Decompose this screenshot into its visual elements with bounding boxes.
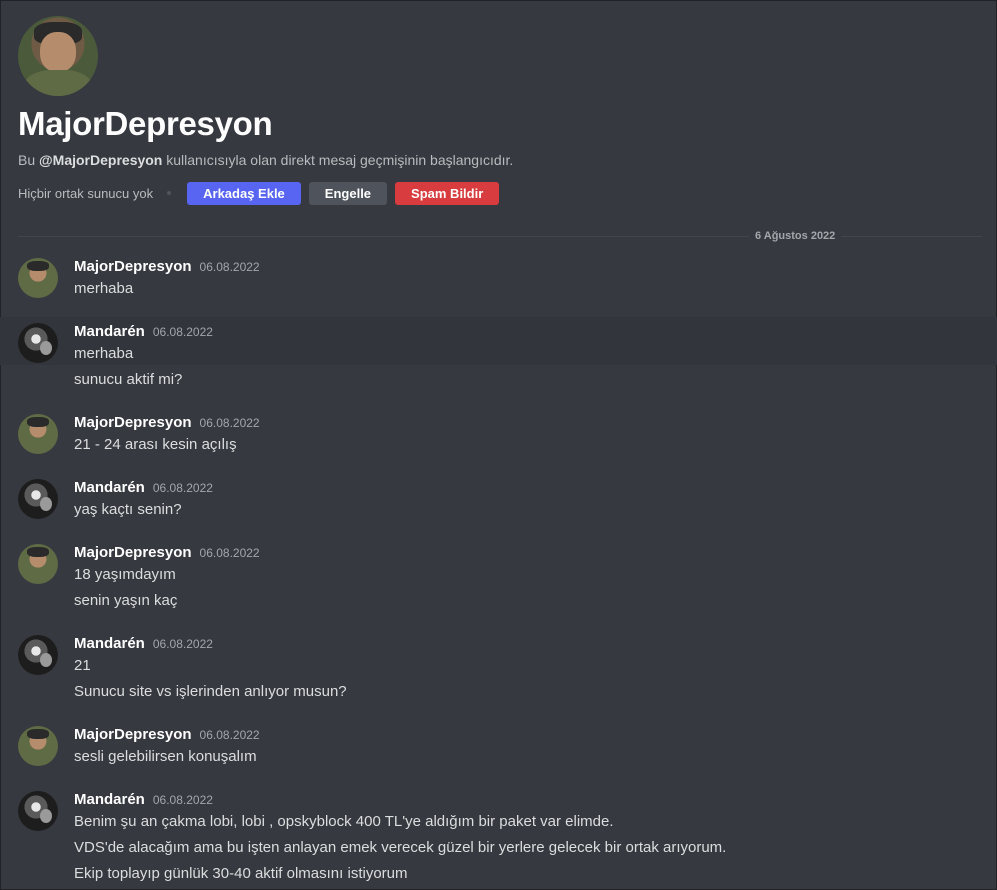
message-text: merhaba: [74, 345, 134, 362]
report-spam-button[interactable]: Spam Bildir: [395, 181, 500, 205]
message-header: MajorDepresyon 06.08.2022: [74, 258, 260, 275]
author-avatar[interactable]: [18, 323, 58, 363]
dm-intro-text: Bu @MajorDepresyon kullanıcısıyla olan d…: [18, 152, 978, 168]
author-name[interactable]: MajorDepresyon: [74, 544, 192, 561]
mutual-servers-text: Hiçbir ortak sunucu yok: [18, 185, 154, 201]
message-timestamp: 06.08.2022: [199, 260, 260, 274]
message-group[interactable]: Mandarén 06.08.2022 Benim şu an çakma lo…: [0, 785, 997, 890]
author-avatar[interactable]: [18, 635, 58, 675]
author-avatar[interactable]: [18, 791, 58, 831]
message-group[interactable]: MajorDepresyon 06.08.2022 21 - 24 arası …: [0, 408, 997, 460]
date-divider-label: 6 Ağustos 2022: [749, 230, 842, 242]
message-header: Mandarén 06.08.2022: [74, 323, 213, 340]
message-timestamp: 06.08.2022: [152, 325, 213, 339]
author-avatar[interactable]: [18, 479, 58, 519]
add-friend-button[interactable]: Arkadaş Ekle: [187, 181, 301, 205]
message-group[interactable]: Mandarén 06.08.2022 merhaba: [0, 317, 997, 365]
author-name[interactable]: MajorDepresyon: [74, 414, 192, 431]
message-text: yaş kaçtı senin?: [74, 501, 182, 518]
profile-name: MajorDepresyon: [18, 105, 273, 142]
author-name[interactable]: MajorDepresyon: [74, 726, 192, 743]
message-text: Benim şu an çakma lobi, lobi , opskybloc…: [74, 813, 614, 830]
author-avatar[interactable]: [18, 258, 58, 298]
intro-prefix: Bu: [18, 152, 40, 168]
block-button[interactable]: Engelle: [308, 181, 388, 205]
message-group[interactable]: Mandarén 06.08.2022 21 Sunucu site vs iş…: [0, 629, 997, 709]
author-name[interactable]: MajorDepresyon: [74, 258, 192, 275]
message-text: 18 yaşımdayım: [74, 566, 176, 583]
message-header: MajorDepresyon 06.08.2022: [74, 726, 260, 743]
message-group[interactable]: MajorDepresyon 06.08.2022 sesli gelebili…: [0, 720, 997, 772]
message-timestamp: 06.08.2022: [152, 793, 213, 807]
message-group[interactable]: Mandarén 06.08.2022 yaş kaçtı senin?: [0, 473, 997, 525]
profile-actions: Hiçbir ortak sunucu yok Arkadaş Ekle Eng…: [18, 181, 978, 205]
message-timestamp: 06.08.2022: [152, 481, 213, 495]
message-header: MajorDepresyon 06.08.2022: [74, 544, 260, 561]
message-group[interactable]: MajorDepresyon 06.08.2022 merhaba: [0, 252, 997, 310]
message-text: senin yaşın kaç: [74, 592, 178, 609]
message-text: sunucu aktif mi?: [74, 371, 183, 388]
message-text: 21 - 24 arası kesin açılış: [74, 436, 237, 453]
author-avatar[interactable]: [18, 726, 58, 766]
message-header: MajorDepresyon 06.08.2022: [74, 414, 260, 431]
message-text: Sunucu site vs işlerinden anlıyor musun?: [74, 683, 347, 700]
message-header: Mandarén 06.08.2022: [74, 479, 213, 496]
author-name[interactable]: Mandarén: [74, 323, 145, 340]
author-avatar[interactable]: [18, 544, 58, 584]
profile-avatar[interactable]: [18, 16, 98, 96]
message-group[interactable]: MajorDepresyon 06.08.2022 18 yaşımdayım …: [0, 538, 997, 618]
separator-dot: [167, 191, 172, 195]
intro-suffix: kullanıcısıyla olan direkt mesaj geçmişi…: [162, 152, 514, 168]
author-name[interactable]: Mandarén: [74, 635, 145, 652]
message-header: Mandarén 06.08.2022: [74, 791, 213, 808]
message-text: Ekip toplayıp günlük 30-40 aktif olmasın…: [74, 865, 408, 882]
message-text: VDS'de alacağım ama bu işten anlayan eme…: [74, 839, 727, 856]
message-header: Mandarén 06.08.2022: [74, 635, 213, 652]
message-timestamp: 06.08.2022: [152, 637, 213, 651]
message-text: merhaba: [74, 280, 134, 297]
message-timestamp: 06.08.2022: [199, 546, 260, 560]
intro-username: @MajorDepresyon: [39, 152, 163, 168]
author-name[interactable]: Mandarén: [74, 791, 145, 808]
message-timestamp: 06.08.2022: [199, 728, 260, 742]
author-avatar[interactable]: [18, 414, 58, 454]
author-name[interactable]: Mandarén: [74, 479, 145, 496]
message-timestamp: 06.08.2022: [199, 416, 260, 430]
dm-header: MajorDepresyon Bu @MajorDepresyon kullan…: [18, 16, 978, 205]
message-text: 21: [74, 657, 91, 674]
message-text: sesli gelebilirsen konuşalım: [74, 748, 257, 765]
